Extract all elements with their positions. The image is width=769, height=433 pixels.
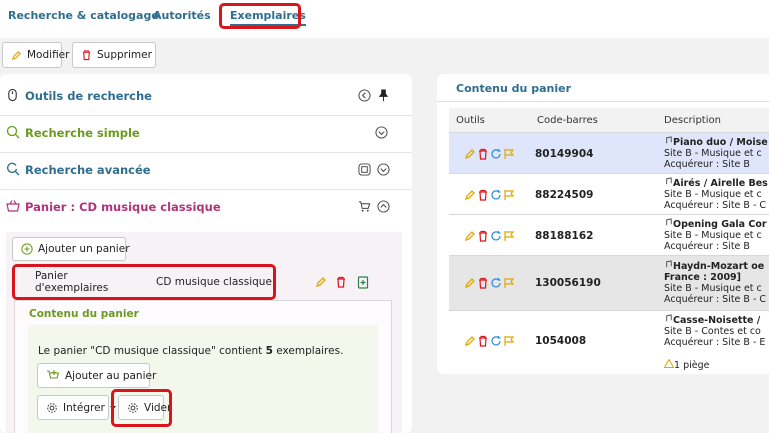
chevron-up-icon[interactable] <box>377 200 390 213</box>
pencil-icon[interactable] <box>464 277 476 289</box>
basket-content-title: Contenu du panier <box>29 308 139 320</box>
pencil-icon[interactable] <box>315 276 327 288</box>
basket-icon <box>6 200 20 212</box>
refresh-icon[interactable] <box>490 189 502 201</box>
music-note-icon <box>666 218 672 226</box>
trash-icon[interactable] <box>477 277 489 289</box>
pencil-icon[interactable] <box>464 230 476 242</box>
pencil-icon[interactable] <box>464 335 476 347</box>
pencil-icon[interactable] <box>464 189 476 201</box>
trash-icon[interactable] <box>477 335 489 347</box>
music-note-icon <box>666 260 672 268</box>
basket-item-row[interactable]: Panier d'exemplaires CD musique classiqu… <box>13 265 275 299</box>
refresh-icon[interactable] <box>490 335 502 347</box>
add-to-basket-button[interactable]: Ajouter au panier <box>37 363 156 388</box>
add-basket-button[interactable]: Ajouter un panier <box>12 237 130 261</box>
warning-icon <box>663 358 675 368</box>
refresh-icon[interactable] <box>490 230 502 242</box>
table-row[interactable]: 130056190 Haydn-Mozart oe France : 2009]… <box>449 255 769 310</box>
plus-circle-icon <box>21 243 33 255</box>
music-note-icon <box>666 314 672 322</box>
cart-icon[interactable] <box>358 200 371 213</box>
expand-panel-icon[interactable] <box>358 163 371 176</box>
chevron-down-icon[interactable] <box>377 163 390 176</box>
trash-icon[interactable] <box>477 189 489 201</box>
table-row[interactable]: 88188162 Opening Gala Cor Site B - Musiq… <box>449 214 769 255</box>
tab-exemplaires[interactable]: Exemplaires <box>230 9 306 26</box>
modify-button[interactable]: Modifier <box>2 42 69 68</box>
tab-recherche-catalogage[interactable]: Recherche & catalogage <box>8 9 159 22</box>
flag-icon[interactable] <box>503 230 515 242</box>
gear-icon <box>47 402 57 413</box>
trash-icon[interactable] <box>477 148 489 160</box>
refresh-icon[interactable] <box>490 277 502 289</box>
music-note-icon <box>666 177 672 185</box>
pencil-icon[interactable] <box>464 148 476 160</box>
collapse-left-icon[interactable] <box>358 89 371 102</box>
section-outils-recherche[interactable]: Outils de recherche <box>0 78 412 115</box>
flag-icon[interactable] <box>503 148 515 160</box>
trash-icon[interactable] <box>477 230 489 242</box>
table-row[interactable]: 1054008 Casse-Noisette / Site B - Contes… <box>449 310 769 374</box>
gear-icon <box>128 402 138 413</box>
mouse-icon <box>8 88 17 102</box>
basket-info-text: Le panier "CD musique classique" contien… <box>38 345 344 357</box>
advanced-search-icon <box>7 162 20 176</box>
trash-icon[interactable] <box>335 276 347 288</box>
refresh-icon[interactable] <box>490 148 502 160</box>
tab-autorites[interactable]: Autorités <box>153 9 211 22</box>
chevron-down-icon[interactable] <box>375 126 388 139</box>
table-row[interactable]: 88224509 Airés / Airelle Bes Site B - Mu… <box>449 173 769 214</box>
delete-button[interactable]: Supprimer <box>72 42 156 68</box>
basket-name: CD musique classique <box>156 276 272 288</box>
column-header-outils: Outils <box>456 115 485 126</box>
flag-icon[interactable] <box>503 189 515 201</box>
empty-basket-button[interactable]: Vider <box>118 395 171 420</box>
flag-icon[interactable] <box>503 335 515 347</box>
section-recherche-simple[interactable]: Recherche simple <box>0 115 412 152</box>
cart-add-icon <box>47 370 60 379</box>
basket-type-label: Panier d'exemplaires <box>35 270 109 294</box>
section-recherche-avancee[interactable]: Recherche avancée <box>0 152 412 189</box>
pin-icon[interactable] <box>377 89 390 102</box>
trap-warning: 1 piège <box>663 358 709 371</box>
bookmark-add-icon[interactable] <box>357 276 369 289</box>
right-panel-title: Contenu du panier <box>456 82 571 95</box>
table-row[interactable]: 80149904 Piano duo / Moise Site B - Musi… <box>449 132 769 173</box>
column-header-code-barres[interactable]: Code-barres <box>537 115 598 126</box>
music-note-icon <box>666 136 672 144</box>
trash-icon <box>82 50 91 61</box>
column-header-description[interactable]: Description <box>664 115 721 126</box>
search-icon <box>6 125 20 139</box>
pencil-icon <box>11 50 22 60</box>
section-panier[interactable]: Panier : CD musique classique <box>0 189 412 226</box>
flag-icon[interactable] <box>503 277 515 289</box>
table-header <box>449 108 769 132</box>
caret-down-icon <box>109 405 116 410</box>
integrate-button[interactable]: Intégrer <box>37 395 116 420</box>
